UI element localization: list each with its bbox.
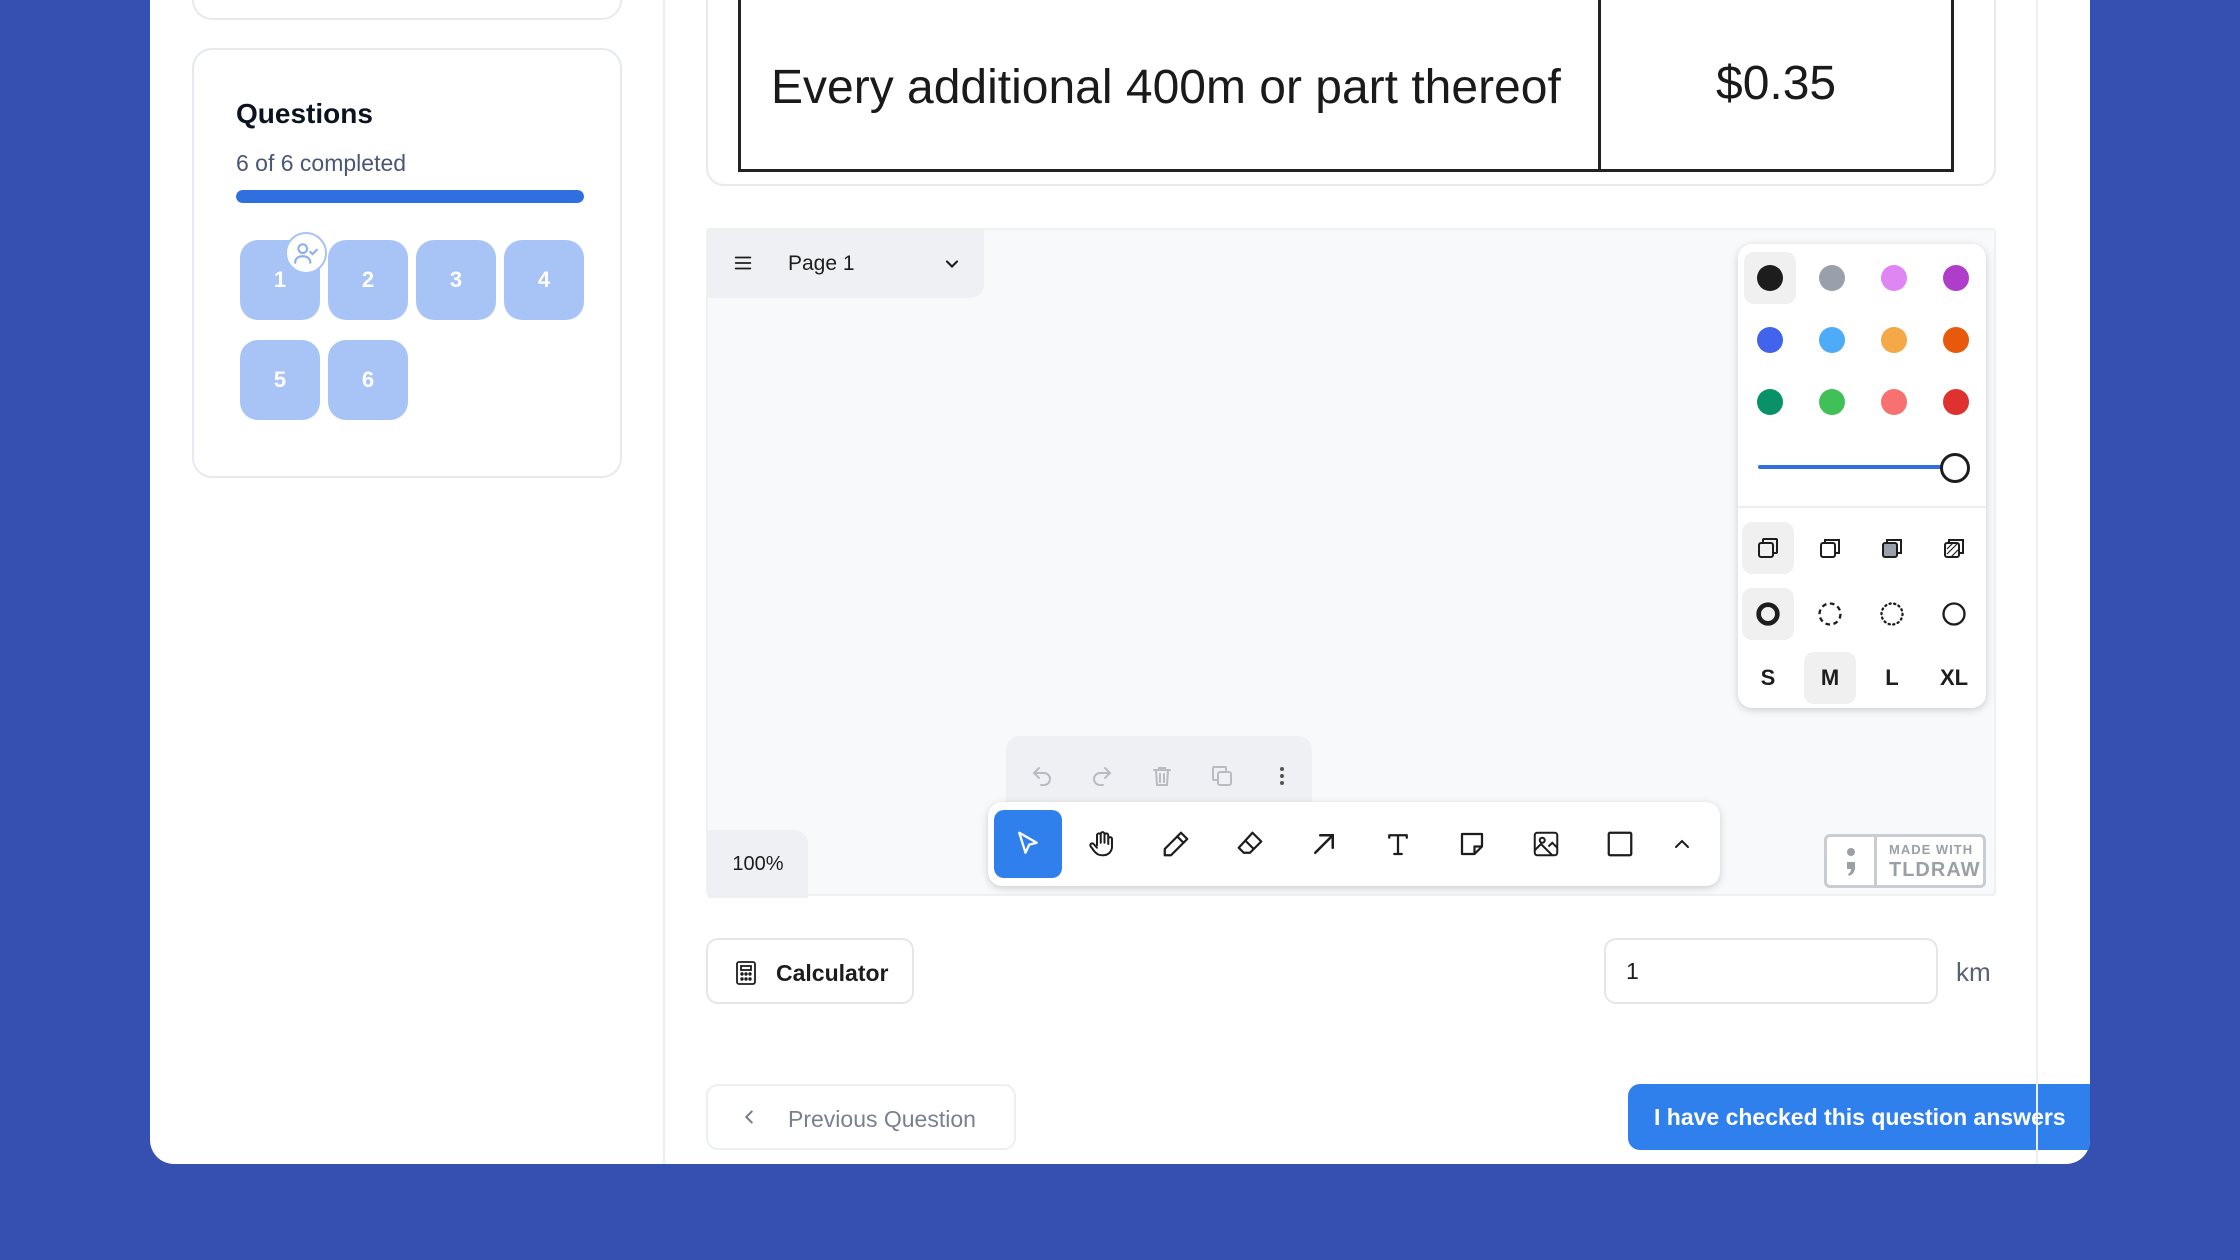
size-m-button[interactable]: M [1804,652,1856,704]
page-label[interactable]: Page 1 [788,252,855,276]
draw-tool-button[interactable] [1142,810,1210,878]
dash-dotted-icon[interactable] [1866,588,1918,640]
trash-icon[interactable] [1142,756,1182,796]
size-s-button[interactable]: S [1742,652,1794,704]
question-button-5[interactable]: 5 [240,340,320,420]
made-with-text: MADE WITH [1889,842,1974,857]
color-swatch-grey[interactable] [1819,265,1845,291]
user-check-icon [285,232,327,274]
zoom-level[interactable]: 100% [708,830,808,898]
undo-icon[interactable] [1022,756,1062,796]
menu-icon[interactable] [732,252,754,279]
panel-separator [1738,506,1986,508]
tldraw-text: TLDRAW [1889,859,1981,881]
color-swatch-light-red[interactable] [1881,389,1907,415]
more-vertical-icon[interactable] [1262,756,1302,796]
checked-answers-button[interactable]: I have checked this question answers [1628,1084,2090,1150]
question-button-2[interactable]: 2 [328,240,408,320]
chevron-up-icon[interactable] [1648,810,1716,878]
size-xl-button[interactable]: XL [1928,652,1980,704]
color-swatch-violet[interactable] [1943,265,1969,291]
calculator-icon [734,960,758,989]
opacity-slider-thumb[interactable] [1940,453,1970,483]
arrow-tool-button[interactable] [1290,810,1358,878]
text-tool-button[interactable] [1364,810,1432,878]
checked-answers-label: I have checked this question answers [1654,1104,2066,1130]
color-swatch-blue[interactable] [1757,327,1783,353]
content-right-divider [2036,0,2038,1164]
chevron-down-icon[interactable] [942,254,962,279]
sidebar-top-card [192,0,622,20]
previous-question-label: Previous Question [788,1106,976,1132]
eraser-tool-button[interactable] [1216,810,1284,878]
question-button-4[interactable]: 4 [504,240,584,320]
color-swatch-orange[interactable] [1943,327,1969,353]
dash-dashed-icon[interactable] [1804,588,1856,640]
dash-solid-icon[interactable] [1928,588,1980,640]
page-menu[interactable]: Page 1 [708,230,984,298]
answer-input[interactable] [1604,938,1938,1004]
previous-question-button[interactable]: Previous Question [706,1084,1016,1150]
fare-table-row-label: Every additional 400m or part thereof [771,61,1561,114]
color-swatch-yellow[interactable] [1881,327,1907,353]
tool-bar [988,802,1720,886]
tldraw-logo-icon [1827,837,1877,885]
sidebar: Questions 6 of 6 completed 1 2 3 4 5 6 [150,0,664,1164]
fill-semi-icon[interactable] [1804,522,1856,574]
fare-table: Every additional 400m or part thereof $0… [738,0,1954,172]
color-swatch-light-blue[interactable] [1819,327,1845,353]
chevron-left-icon [738,1106,760,1131]
app-window: Questions 6 of 6 completed 1 2 3 4 5 6 E… [150,0,2090,1164]
made-with-tldraw-badge[interactable]: MADE WITH TLDRAW [1824,834,1986,888]
questions-title: Questions [236,98,373,129]
dash-draw-icon[interactable] [1742,588,1794,640]
question-button-6[interactable]: 6 [328,340,408,420]
fare-table-row-value: $0.35 [1716,57,1837,110]
answer-unit: km [1956,957,1991,987]
color-swatch-green[interactable] [1757,389,1783,415]
color-swatch-red[interactable] [1943,389,1969,415]
questions-completed-text: 6 of 6 completed [236,150,407,176]
color-swatch-light-green[interactable] [1819,389,1845,415]
question-button-3[interactable]: 3 [416,240,496,320]
questions-progress-fill [236,190,584,203]
question-image-card: Every additional 400m or part thereof $0… [706,0,1996,186]
rectangle-tool-button[interactable] [1586,810,1654,878]
opacity-slider-track[interactable] [1758,465,1958,469]
style-panel: S M L XL [1738,244,1986,708]
fill-none-icon[interactable] [1742,522,1794,574]
image-tool-button[interactable] [1512,810,1580,878]
calculator-label: Calculator [776,960,889,986]
main-content: Every additional 400m or part thereof $0… [664,0,2090,1164]
hand-tool-button[interactable] [1068,810,1136,878]
select-tool-button[interactable] [994,810,1062,878]
note-tool-button[interactable] [1438,810,1506,878]
questions-card: Questions 6 of 6 completed 1 2 3 4 5 6 [192,48,622,478]
calculator-button[interactable]: Calculator [706,938,914,1004]
fill-solid-icon[interactable] [1866,522,1918,574]
duplicate-icon[interactable] [1202,756,1242,796]
color-swatch-light-violet[interactable] [1881,265,1907,291]
fill-pattern-icon[interactable] [1928,522,1980,574]
size-l-button[interactable]: L [1866,652,1918,704]
color-swatch-black[interactable] [1757,265,1783,291]
redo-icon[interactable] [1082,756,1122,796]
questions-progress-bar [236,190,584,203]
drawing-canvas[interactable]: Page 1 S M L XL 100% MADE WITH TLDRAW [706,228,1996,898]
